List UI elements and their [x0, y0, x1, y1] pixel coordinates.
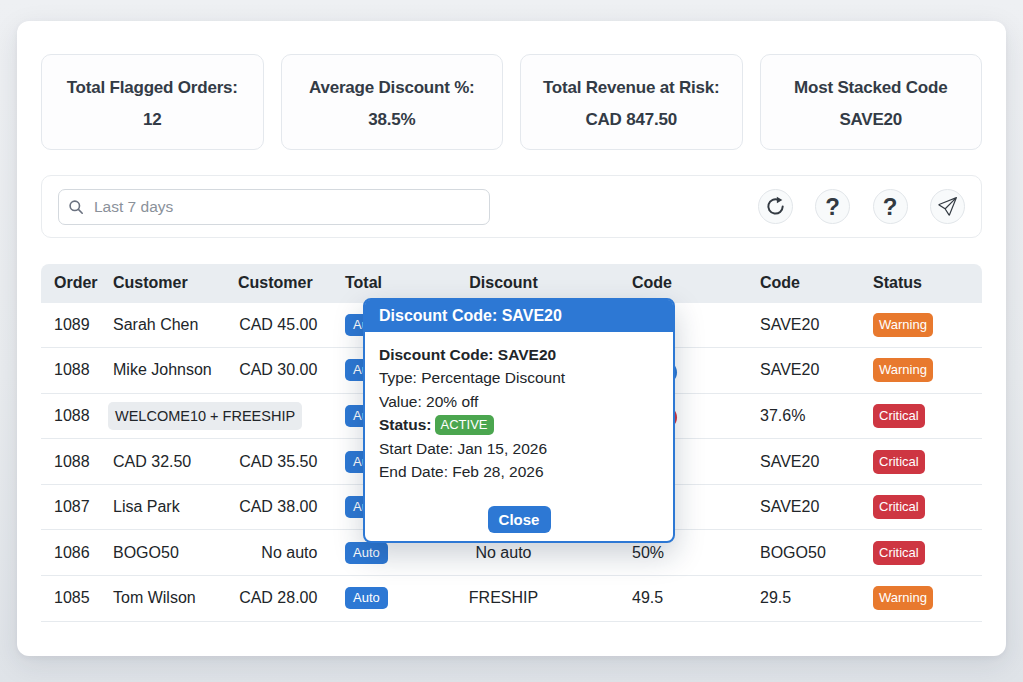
refresh-icon [765, 196, 786, 217]
discount-cell: FRESHIP [441, 589, 566, 607]
total-cell: Auto [331, 587, 441, 609]
stat-card-average-discount: Average Discount %: 38.5% [281, 54, 504, 150]
customer-cell: WELCOME10 + FREESHIP [101, 402, 331, 430]
col-header-status: Status [861, 274, 982, 292]
stat-value: CAD 847.50 [585, 104, 677, 136]
status-cell: Critical [861, 541, 982, 565]
customer2-cell: CAD 30.00 [227, 361, 331, 379]
stat-label: Most Stacked Code [794, 72, 947, 104]
table-header-row: Order Customer Customer Total Discount C… [41, 264, 982, 303]
status-cell: Warning [861, 586, 982, 610]
modal-code-line: Discount Code: SAVE20 [379, 343, 659, 367]
code2-cell[interactable]: 29.5 [746, 589, 861, 607]
modal-status-line: Status:ACTIVE [379, 413, 659, 437]
stat-label: Average Discount %: [309, 72, 475, 104]
col-header-customer: Customer [101, 274, 227, 292]
close-button[interactable]: Close [488, 506, 551, 533]
order-cell: 1088 [41, 361, 101, 379]
table-row: 1085 Tom Wilson CAD 28.00 Auto FRESHIP 4… [41, 576, 982, 622]
customer-cell: Mike Johnson [101, 361, 227, 379]
status-cell: Critical [861, 495, 982, 519]
send-icon [938, 197, 957, 216]
status-badge: Critical [873, 404, 925, 428]
search-input[interactable] [58, 189, 490, 225]
status-cell: Warning [861, 358, 982, 382]
customer-cell: Tom Wilson [101, 589, 227, 607]
stat-label: Total Flagged Orders: [67, 72, 238, 104]
question-mark-icon: ? [825, 193, 840, 221]
stat-value: SAVE20 [839, 104, 902, 136]
col-header-order: Order [41, 274, 101, 292]
auto-badge: Auto [345, 542, 388, 564]
stat-card-revenue-at-risk: Total Revenue at Risk: CAD 847.50 [520, 54, 743, 150]
status-badge: Critical [873, 495, 925, 519]
order-cell: 1089 [41, 316, 101, 334]
toolbar: ? ? [41, 175, 982, 238]
col-header-code2: Code [746, 274, 861, 292]
help-button-2[interactable]: ? [873, 189, 908, 224]
discount-cell: No auto [441, 544, 566, 562]
stacked-codes-pill: WELCOME10 + FREESHIP [108, 402, 302, 430]
col-header-total: Total [331, 274, 441, 292]
modal-title: Discount Code: SAVE20 [365, 300, 673, 332]
status-badge: Warning [873, 358, 933, 382]
modal-value-line: Value: 20% off [379, 390, 659, 414]
code-cell: 49.5 [566, 589, 746, 607]
code2-cell[interactable]: SAVE20 [746, 316, 861, 334]
modal-start-date-line: Start Date: Jan 15, 2026 [379, 437, 659, 461]
modal-status-label: Status: [379, 416, 432, 433]
customer2-cell: CAD 38.00 [227, 498, 331, 516]
total-cell: Auto [331, 542, 441, 564]
customer2-cell: CAD 45.00 [227, 316, 331, 334]
refresh-button[interactable] [758, 189, 793, 224]
modal-type-line: Type: Percentage Discount [379, 366, 659, 390]
modal-end-date-line: End Date: Feb 28, 2026 [379, 460, 659, 484]
active-status-badge: ACTIVE [435, 415, 494, 435]
stat-label: Total Revenue at Risk: [543, 72, 720, 104]
status-badge: Warning [873, 586, 933, 610]
stat-value: 12 [143, 104, 162, 136]
order-cell: 1086 [41, 544, 101, 562]
code2-cell[interactable]: SAVE20 [746, 453, 861, 471]
code2-cell[interactable]: SAVE20 [746, 498, 861, 516]
customer-cell: CAD 32.50 [101, 453, 227, 471]
customer-cell: BOGO50 [101, 544, 227, 562]
customer-cell: Sarah Chen [101, 316, 227, 334]
stats-row: Total Flagged Orders: 12 Average Discoun… [41, 54, 982, 150]
customer2-cell: CAD 35.50 [227, 453, 331, 471]
help-button-1[interactable]: ? [815, 189, 850, 224]
customer2-cell: No auto [227, 544, 331, 562]
modal-body: Discount Code: SAVE20 Type: Percentage D… [365, 332, 673, 541]
col-header-customer2: Customer [227, 274, 331, 292]
order-cell: 1088 [41, 407, 101, 425]
customer2-cell: CAD 28.00 [227, 589, 331, 607]
col-header-code: Code [566, 274, 746, 292]
stat-card-most-stacked-code: Most Stacked Code SAVE20 [760, 54, 983, 150]
discount-code-modal: Discount Code: SAVE20 Discount Code: SAV… [363, 298, 675, 543]
code2-cell[interactable]: BOGO50 [746, 544, 861, 562]
code2-cell[interactable]: 37.6% [746, 407, 861, 425]
stat-card-flagged-orders: Total Flagged Orders: 12 [41, 54, 264, 150]
status-cell: Critical [861, 450, 982, 474]
stat-value: 38.5% [368, 104, 415, 136]
status-badge: Critical [873, 541, 925, 565]
customer-cell: Lisa Park [101, 498, 227, 516]
send-button[interactable] [930, 189, 965, 224]
question-mark-icon: ? [883, 193, 898, 221]
order-cell: 1087 [41, 498, 101, 516]
col-header-discount: Discount [441, 274, 566, 292]
auto-badge: Auto [345, 587, 388, 609]
code-cell: 50% [566, 544, 746, 562]
order-cell: 1088 [41, 453, 101, 471]
status-cell: Critical [861, 404, 982, 428]
status-badge: Critical [873, 450, 925, 474]
status-badge: Warning [873, 313, 933, 337]
search-icon [68, 199, 84, 215]
status-cell: Warning [861, 313, 982, 337]
code2-cell[interactable]: SAVE20 [746, 361, 861, 379]
order-cell: 1085 [41, 589, 101, 607]
